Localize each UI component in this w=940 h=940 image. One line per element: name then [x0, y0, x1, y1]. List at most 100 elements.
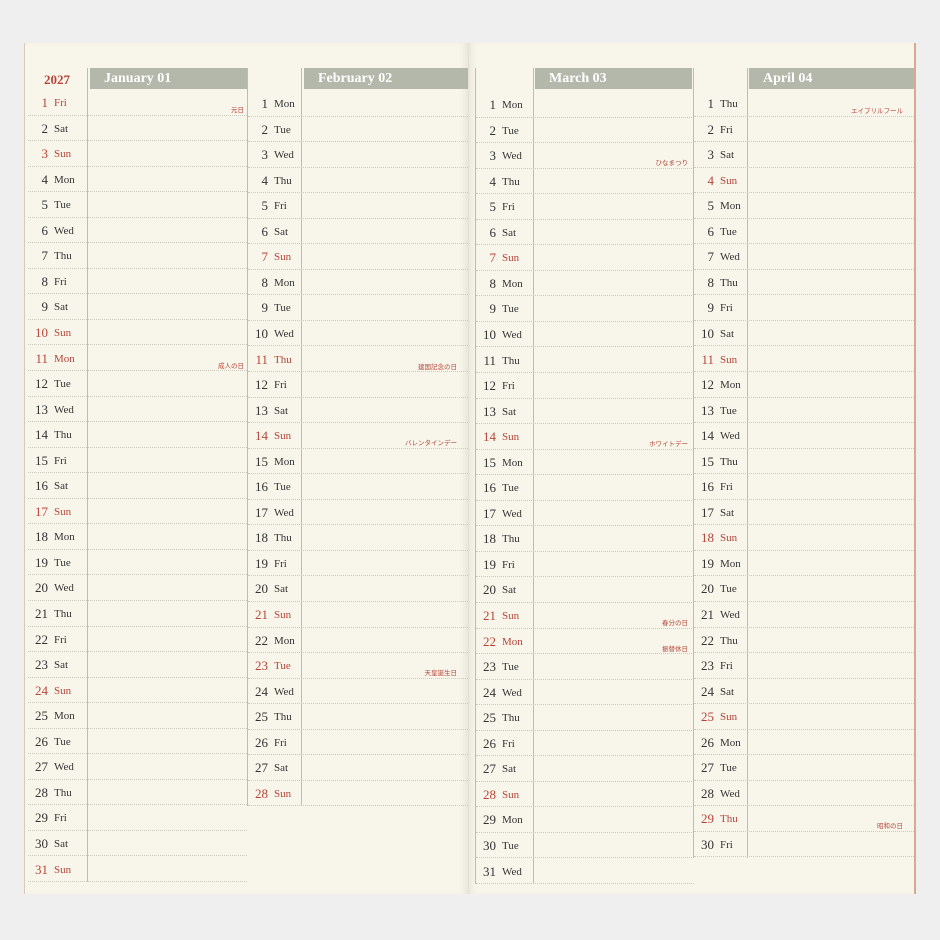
day-row[interactable]: 28 Sun: [248, 781, 468, 807]
day-row[interactable]: 1 Mon: [476, 92, 694, 118]
day-row[interactable]: 1 Mon: [248, 91, 468, 117]
day-row[interactable]: 22 Fri: [28, 627, 247, 653]
day-row[interactable]: 5 Tue: [28, 192, 247, 218]
day-row[interactable]: 4 Thu: [248, 168, 468, 194]
day-row[interactable]: 24 Wed: [476, 680, 694, 706]
day-row[interactable]: 8 Mon: [476, 271, 694, 297]
day-row[interactable]: 4 Sun: [694, 168, 914, 194]
day-row[interactable]: 8 Mon: [248, 270, 468, 296]
day-row[interactable]: 24 Sat: [694, 679, 914, 705]
day-row[interactable]: 5 Fri: [248, 193, 468, 219]
day-row[interactable]: 3 Wed: [248, 142, 468, 168]
day-row[interactable]: 17 Sun: [28, 499, 247, 525]
day-row[interactable]: 28 Sun: [476, 782, 694, 808]
day-row[interactable]: 5 Fri: [476, 194, 694, 220]
day-row[interactable]: 28 Wed: [694, 781, 914, 807]
day-row[interactable]: 19 Fri: [248, 551, 468, 577]
day-row[interactable]: 18 Thu: [476, 526, 694, 552]
day-row[interactable]: 25 Mon: [28, 703, 247, 729]
day-row[interactable]: 22 Mon 振替休日: [476, 629, 694, 655]
day-row[interactable]: 1 Thu エイプリルフール: [694, 91, 914, 117]
day-row[interactable]: 25 Sun: [694, 704, 914, 730]
day-row[interactable]: 16 Tue: [248, 474, 468, 500]
day-row[interactable]: 31 Wed: [476, 859, 694, 884]
day-row[interactable]: 8 Fri: [28, 269, 247, 295]
day-row[interactable]: 7 Thu: [28, 243, 247, 269]
day-row[interactable]: 27 Tue: [694, 755, 914, 781]
day-row[interactable]: 7 Sun: [476, 245, 694, 271]
day-row[interactable]: 10 Wed: [248, 321, 468, 347]
day-row[interactable]: 4 Thu: [476, 169, 694, 195]
day-row[interactable]: 13 Wed: [28, 397, 247, 423]
day-row[interactable]: 4 Mon: [28, 167, 247, 193]
day-row[interactable]: 12 Tue: [28, 371, 247, 397]
day-row[interactable]: 30 Sat: [28, 831, 247, 857]
day-row[interactable]: 30 Tue: [476, 833, 694, 859]
day-row[interactable]: 29 Thu 昭和の日: [694, 806, 914, 832]
day-row[interactable]: 13 Sat: [476, 399, 694, 425]
day-row[interactable]: 20 Tue: [694, 576, 914, 602]
day-row[interactable]: 23 Tue 天皇誕生日: [248, 653, 468, 679]
day-row[interactable]: 23 Fri: [694, 653, 914, 679]
day-row[interactable]: 26 Tue: [28, 729, 247, 755]
day-row[interactable]: 12 Fri: [248, 372, 468, 398]
day-row[interactable]: 27 Sat: [248, 755, 468, 781]
day-row[interactable]: 12 Fri: [476, 373, 694, 399]
day-row[interactable]: 25 Thu: [248, 704, 468, 730]
day-row[interactable]: 14 Thu: [28, 422, 247, 448]
day-row[interactable]: 9 Tue: [476, 296, 694, 322]
day-row[interactable]: 28 Thu: [28, 780, 247, 806]
day-row[interactable]: 21 Thu: [28, 601, 247, 627]
day-row[interactable]: 2 Sat: [28, 116, 247, 142]
day-row[interactable]: 15 Fri: [28, 448, 247, 474]
day-row[interactable]: 16 Sat: [28, 473, 247, 499]
day-row[interactable]: 1 Fri 元日: [28, 90, 247, 116]
day-row[interactable]: 20 Sat: [248, 576, 468, 602]
day-row[interactable]: 29 Fri: [28, 805, 247, 831]
day-row[interactable]: 3 Wed ひなまつり: [476, 143, 694, 169]
day-row[interactable]: 22 Mon: [248, 628, 468, 654]
day-row[interactable]: 2 Tue: [248, 117, 468, 143]
day-row[interactable]: 11 Thu 建国記念の日: [248, 347, 468, 372]
day-row[interactable]: 26 Mon: [694, 730, 914, 756]
day-row[interactable]: 17 Wed: [248, 500, 468, 526]
day-row[interactable]: 19 Mon: [694, 551, 914, 577]
day-row[interactable]: 31 Sun: [28, 857, 247, 882]
day-row[interactable]: 21 Wed: [694, 602, 914, 628]
day-row[interactable]: 26 Fri: [248, 730, 468, 756]
day-row[interactable]: 17 Wed: [476, 501, 694, 527]
day-row[interactable]: 23 Tue: [476, 654, 694, 680]
day-row[interactable]: 26 Fri: [476, 731, 694, 757]
day-row[interactable]: 6 Sat: [476, 220, 694, 246]
day-row[interactable]: 3 Sun: [28, 141, 247, 167]
day-row[interactable]: 3 Sat: [694, 142, 914, 168]
day-row[interactable]: 30 Fri: [694, 832, 914, 858]
day-row[interactable]: 14 Sun バレンタインデー: [248, 423, 468, 449]
day-row[interactable]: 5 Mon: [694, 193, 914, 219]
day-row[interactable]: 17 Sat: [694, 500, 914, 526]
day-row[interactable]: 14 Sun ホワイトデー: [476, 424, 694, 450]
day-row[interactable]: 2 Tue: [476, 118, 694, 144]
day-row[interactable]: 13 Sat: [248, 398, 468, 424]
day-row[interactable]: 8 Thu: [694, 270, 914, 296]
day-row[interactable]: 27 Sat: [476, 756, 694, 782]
day-row[interactable]: 11 Mon 成人の日: [28, 346, 247, 371]
day-row[interactable]: 24 Sun: [28, 678, 247, 704]
day-row[interactable]: 21 Sun: [248, 602, 468, 628]
day-row[interactable]: 19 Tue: [28, 550, 247, 576]
day-row[interactable]: 24 Wed: [248, 679, 468, 705]
day-row[interactable]: 18 Mon: [28, 524, 247, 550]
day-row[interactable]: 6 Wed: [28, 218, 247, 244]
day-row[interactable]: 10 Sun: [28, 320, 247, 346]
day-row[interactable]: 16 Fri: [694, 474, 914, 500]
day-row[interactable]: 14 Wed: [694, 423, 914, 449]
day-row[interactable]: 19 Fri: [476, 552, 694, 578]
day-row[interactable]: 20 Wed: [28, 575, 247, 601]
day-row[interactable]: 7 Sun: [248, 244, 468, 270]
day-row[interactable]: 27 Wed: [28, 754, 247, 780]
day-row[interactable]: 11 Sun: [694, 347, 914, 372]
day-row[interactable]: 15 Thu: [694, 449, 914, 475]
day-row[interactable]: 23 Sat: [28, 652, 247, 678]
day-row[interactable]: 15 Mon: [476, 450, 694, 476]
day-row[interactable]: 10 Sat: [694, 321, 914, 347]
